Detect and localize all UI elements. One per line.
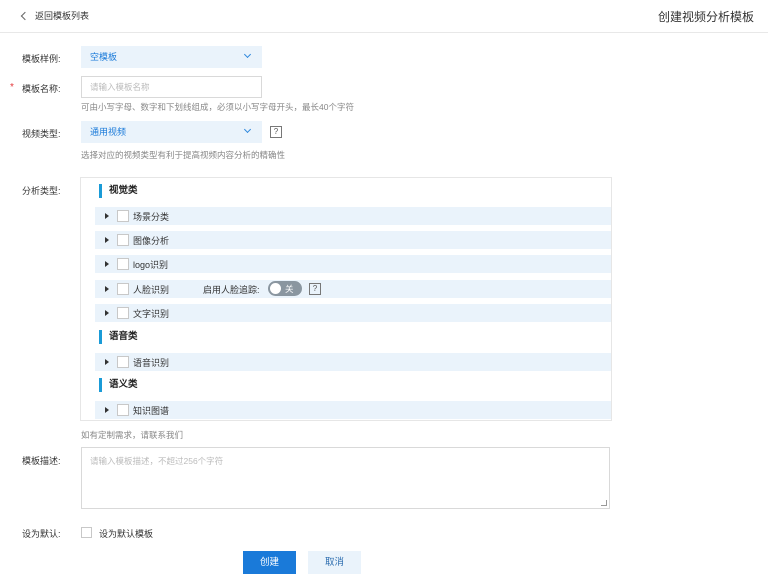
face-tracking-label: 启用人脸追踪: — [203, 285, 260, 295]
category-speech: 语音类 — [99, 330, 138, 344]
template-sample-label: 模板样例: — [22, 54, 61, 64]
expand-arrow-icon[interactable] — [105, 407, 109, 413]
analysis-item-label: 人脸识别 — [133, 285, 170, 295]
expand-arrow-icon[interactable] — [105, 237, 109, 243]
template-sample-select[interactable]: 空模板 — [81, 46, 262, 68]
expand-arrow-icon[interactable] — [105, 359, 109, 365]
analysis-type-panel: 视觉类 场景分类 图像分析 logo识别 人脸识别 启用人脸追踪: 关 ? 文字… — [80, 177, 612, 421]
expand-arrow-icon[interactable] — [105, 310, 109, 316]
set-default-checkbox-label[interactable]: 设为默认模板 — [99, 527, 153, 540]
toggle-knob — [270, 283, 281, 294]
help-icon[interactable]: ? — [270, 126, 282, 138]
expand-arrow-icon[interactable] — [105, 261, 109, 267]
analysis-item-label: 知识图谱 — [133, 406, 170, 416]
analysis-item-label: 文字识别 — [133, 309, 170, 319]
video-type-select[interactable]: 通用视频 — [81, 121, 262, 143]
set-default-label: 设为默认: — [22, 529, 61, 539]
analysis-item-text[interactable]: 文字识别 — [95, 304, 611, 322]
template-name-input[interactable]: 请输入模板名称 — [81, 76, 262, 98]
video-type-hint: 选择对应的视频类型有利于提高视频内容分析的精确性 — [81, 150, 286, 160]
analysis-item-label: 场景分类 — [133, 212, 170, 222]
analysis-item-image[interactable]: 图像分析 — [95, 231, 611, 249]
description-placeholder: 请输入模板描述，不超过256个字符 — [90, 456, 224, 466]
chevron-down-icon — [243, 50, 252, 59]
analysis-item-label: 语音识别 — [133, 358, 170, 368]
cancel-button[interactable]: 取消 — [308, 551, 361, 574]
toggle-label: 关 — [285, 284, 294, 294]
analysis-checkbox[interactable] — [117, 210, 129, 222]
category-visual: 视觉类 — [99, 184, 138, 198]
set-default-checkbox[interactable] — [81, 527, 92, 538]
analysis-item-speech[interactable]: 语音识别 — [95, 353, 611, 371]
chevron-down-icon — [243, 125, 252, 134]
analysis-item-label: logo识别 — [133, 260, 169, 270]
analysis-checkbox[interactable] — [117, 258, 129, 270]
create-button[interactable]: 创建 — [243, 551, 296, 574]
analysis-checkbox[interactable] — [117, 234, 129, 246]
page-title: 创建视频分析模板 — [657, 10, 754, 24]
help-icon[interactable]: ? — [309, 283, 321, 295]
top-bar: 返回模板列表 创建视频分析模板 — [0, 0, 768, 33]
resize-handle-icon[interactable] — [601, 500, 607, 506]
analysis-checkbox[interactable] — [117, 283, 129, 295]
analysis-item-logo[interactable]: logo识别 — [95, 255, 611, 273]
required-mark: * — [10, 82, 14, 93]
analysis-checkbox[interactable] — [117, 404, 129, 416]
description-label: 模板描述: — [22, 456, 61, 466]
expand-arrow-icon[interactable] — [105, 213, 109, 219]
template-name-label: 模板名称: — [22, 84, 61, 94]
expand-arrow-icon[interactable] — [105, 286, 109, 292]
analysis-type-label: 分析类型: — [22, 186, 61, 196]
back-link[interactable]: 返回模板列表 — [20, 9, 90, 22]
analysis-item-label: 图像分析 — [133, 236, 170, 246]
analysis-checkbox[interactable] — [117, 307, 129, 319]
analysis-checkbox[interactable] — [117, 356, 129, 368]
video-type-value: 通用视频 — [90, 127, 127, 137]
analysis-item-face[interactable]: 人脸识别 启用人脸追踪: 关 ? — [95, 280, 611, 298]
back-label: 返回模板列表 — [35, 11, 90, 21]
chevron-left-icon — [20, 11, 30, 20]
category-semantic: 语义类 — [99, 378, 138, 392]
analysis-item-knowledge[interactable]: 知识图谱 — [95, 401, 611, 419]
template-name-hint: 可由小写字母、数字和下划线组成，必须以小写字母开头，最长40个字符 — [81, 102, 354, 112]
template-sample-value: 空模板 — [90, 52, 118, 62]
face-tracking-toggle[interactable]: 关 — [268, 281, 302, 296]
description-textarea[interactable]: 请输入模板描述，不超过256个字符 — [81, 447, 610, 509]
contact-hint: 如有定制需求，请联系我们 — [81, 430, 184, 440]
analysis-item-scene[interactable]: 场景分类 — [95, 207, 611, 225]
video-type-label: 视频类型: — [22, 129, 61, 139]
